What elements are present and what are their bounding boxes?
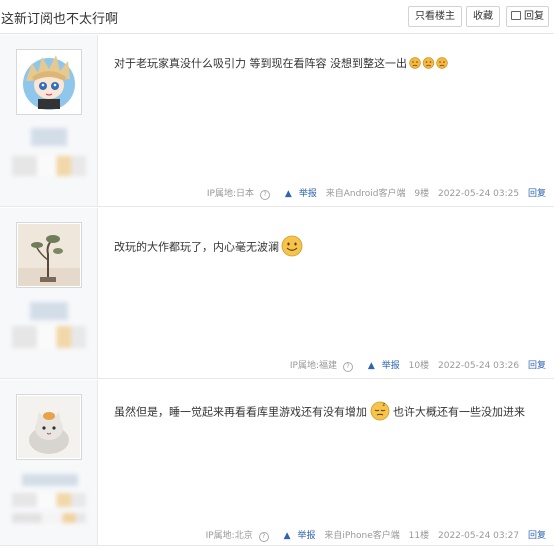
floor-number: 9楼 bbox=[414, 189, 430, 199]
favorite-button[interactable]: 收藏 bbox=[466, 6, 500, 27]
smile-emoji-icon bbox=[281, 235, 303, 260]
bonsai-avatar-image bbox=[18, 224, 80, 286]
ip-location: IP属地:福建? bbox=[284, 361, 353, 372]
reply-link[interactable]: 回复 bbox=[528, 531, 546, 541]
question-circle-icon[interactable]: ? bbox=[260, 190, 271, 200]
post-time: 2022-05-24 03:27 bbox=[438, 531, 520, 541]
floor-number: 10楼 bbox=[408, 361, 430, 371]
reply-link[interactable]: 回复 bbox=[528, 189, 546, 199]
avatar[interactable] bbox=[16, 394, 82, 460]
report-link[interactable]: ▲ 举报 bbox=[278, 531, 316, 541]
author-sidebar bbox=[0, 380, 98, 545]
warning-triangle-icon: ▲ bbox=[283, 531, 291, 541]
report-link[interactable]: ▲ 举报 bbox=[362, 361, 400, 371]
username-blurred[interactable] bbox=[31, 128, 67, 146]
post-meta: IP属地:日本? ▲ 举报 来自Android客户端 9楼 2022-05-24 … bbox=[195, 186, 546, 200]
reply-button-label: 回复 bbox=[524, 11, 544, 22]
floor-number: 11楼 bbox=[408, 531, 430, 541]
svg-text:z: z bbox=[383, 402, 386, 408]
sleepy-emoji-icon: z bbox=[370, 401, 390, 424]
post-content: 对于老玩家真没什么吸引力 等到现在看阵容 没想到整这一出 bbox=[114, 55, 448, 72]
comment-icon bbox=[511, 11, 521, 20]
post-text-continued: 也许大概还有一些没加进来 bbox=[393, 405, 525, 419]
only-op-button[interactable]: 只看楼主 bbox=[408, 6, 462, 27]
question-circle-icon[interactable]: ? bbox=[258, 532, 269, 542]
ip-location: IP属地:日本? bbox=[201, 189, 271, 200]
username-blurred[interactable] bbox=[30, 302, 68, 320]
badge-row-blurred bbox=[12, 513, 86, 523]
level-badge-blurred bbox=[12, 326, 86, 348]
post-meta: IP属地:福建? ▲ 举报 10楼 2022-05-24 03:26 回复 bbox=[278, 358, 546, 372]
avatar[interactable] bbox=[16, 222, 82, 288]
level-badge-blurred bbox=[12, 156, 86, 176]
reply-link[interactable]: 回复 bbox=[528, 361, 546, 371]
post-text: 改玩的大作都玩了，内心毫无波澜 bbox=[114, 240, 279, 254]
reply-button[interactable]: 回复 bbox=[506, 6, 549, 27]
thread-header: 这新订阅也不太行啊 只看楼主 收藏 回复 bbox=[0, 0, 554, 34]
client-source[interactable]: 来自iPhone客户端 bbox=[324, 531, 399, 541]
warning-triangle-icon: ▲ bbox=[367, 361, 375, 371]
anime-avatar-image bbox=[18, 51, 80, 113]
ip-location: IP属地:北京? bbox=[200, 531, 269, 542]
question-circle-icon[interactable]: ? bbox=[342, 362, 353, 372]
avatar[interactable] bbox=[16, 49, 82, 115]
cat-avatar-image bbox=[18, 396, 80, 458]
post-floor-10: 改玩的大作都玩了，内心毫无波澜 IP属地:福建? ▲ 举报 10楼 2022-05… bbox=[0, 208, 554, 379]
author-sidebar bbox=[0, 208, 98, 378]
frown-emoji-icon bbox=[409, 56, 448, 72]
post-floor-9: 对于老玩家真没什么吸引力 等到现在看阵容 没想到整这一出 IP属地:日本? ▲ 举… bbox=[0, 35, 554, 207]
post-time: 2022-05-24 03:26 bbox=[438, 361, 520, 371]
username-blurred[interactable] bbox=[22, 474, 78, 486]
client-source[interactable]: 来自Android客户端 bbox=[326, 189, 406, 199]
post-text: 对于老玩家真没什么吸引力 等到现在看阵容 没想到整这一出 bbox=[114, 57, 407, 70]
warning-triangle-icon: ▲ bbox=[284, 189, 292, 199]
post-text: 虽然但是，睡一觉起来再看看库里游戏还有没有增加 bbox=[114, 405, 367, 419]
post-time: 2022-05-24 03:25 bbox=[438, 189, 520, 199]
post-content: 虽然但是，睡一觉起来再看看库里游戏还有没有增加 z 也许大概还有一些没加进来 bbox=[114, 401, 525, 424]
post-floor-11: 虽然但是，睡一觉起来再看看库里游戏还有没有增加 z 也许大概还有一些没加进来 IP属… bbox=[0, 380, 554, 546]
report-link[interactable]: ▲ 举报 bbox=[279, 189, 317, 199]
post-content: 改玩的大作都玩了，内心毫无波澜 bbox=[114, 235, 303, 260]
post-meta: IP属地:北京? ▲ 举报 来自iPhone客户端 11楼 2022-05-24 … bbox=[194, 528, 546, 542]
thread-title: 这新订阅也不太行啊 bbox=[1, 12, 119, 27]
level-badge-blurred bbox=[12, 493, 86, 507]
author-sidebar bbox=[0, 35, 98, 206]
